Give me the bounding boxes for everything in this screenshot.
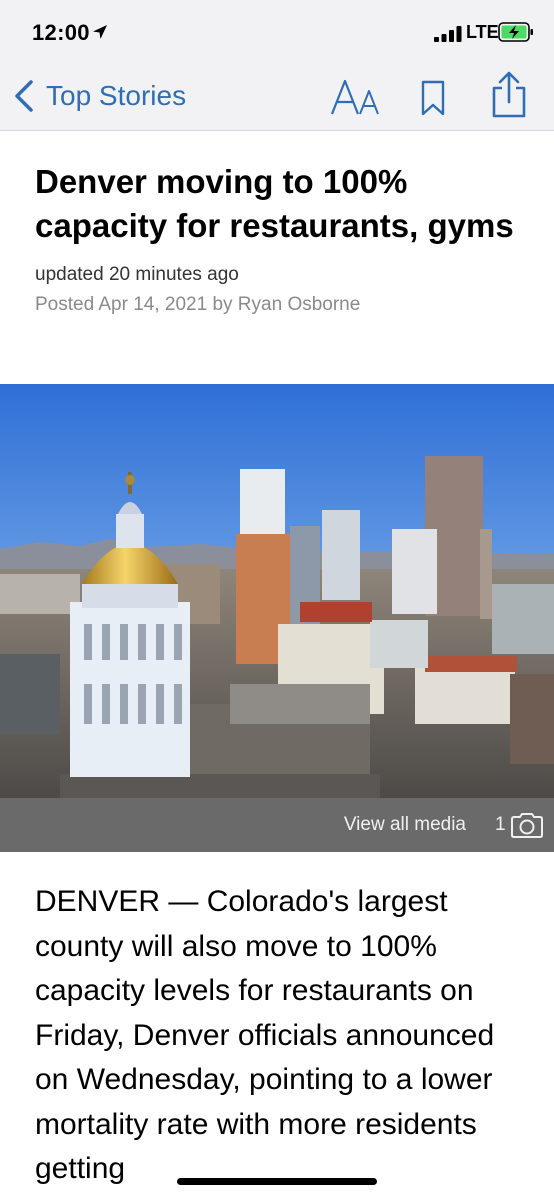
view-all-media-link[interactable]: View all media bbox=[344, 814, 466, 836]
updated-timestamp: updated 20 minutes ago bbox=[35, 264, 239, 285]
location-arrow-icon bbox=[93, 25, 107, 39]
back-label: Top Stories bbox=[46, 80, 187, 111]
chevron-left-icon bbox=[15, 80, 33, 112]
battery-charging-icon bbox=[498, 22, 533, 42]
media-count: 1 bbox=[495, 814, 506, 835]
posted-byline: Posted Apr 14, 2021 by Ryan Osborne bbox=[35, 294, 361, 315]
status-time: 12:00 bbox=[32, 20, 90, 45]
hero-image-illustration bbox=[0, 384, 554, 798]
share-icon[interactable] bbox=[490, 70, 528, 118]
bookmark-icon[interactable] bbox=[420, 80, 446, 116]
camera-icon[interactable] bbox=[510, 812, 544, 838]
navigation-bar: Top Stories bbox=[0, 64, 554, 131]
article-header: Denver moving to 100% capacity for resta… bbox=[35, 160, 525, 316]
hero-image[interactable] bbox=[0, 384, 554, 798]
article-body: DENVER — Colorado's largest county will … bbox=[35, 885, 495, 1185]
network-label: LTE bbox=[466, 22, 499, 42]
article-headline: Denver moving to 100% capacity for resta… bbox=[35, 163, 514, 244]
back-button[interactable]: Top Stories bbox=[12, 76, 186, 116]
signal-icon bbox=[434, 26, 462, 42]
home-indicator[interactable] bbox=[177, 1178, 377, 1185]
status-bar: 12:00 LTE bbox=[0, 0, 554, 64]
font-size-icon[interactable] bbox=[330, 76, 382, 118]
media-bar: View all media 1 bbox=[0, 798, 554, 852]
